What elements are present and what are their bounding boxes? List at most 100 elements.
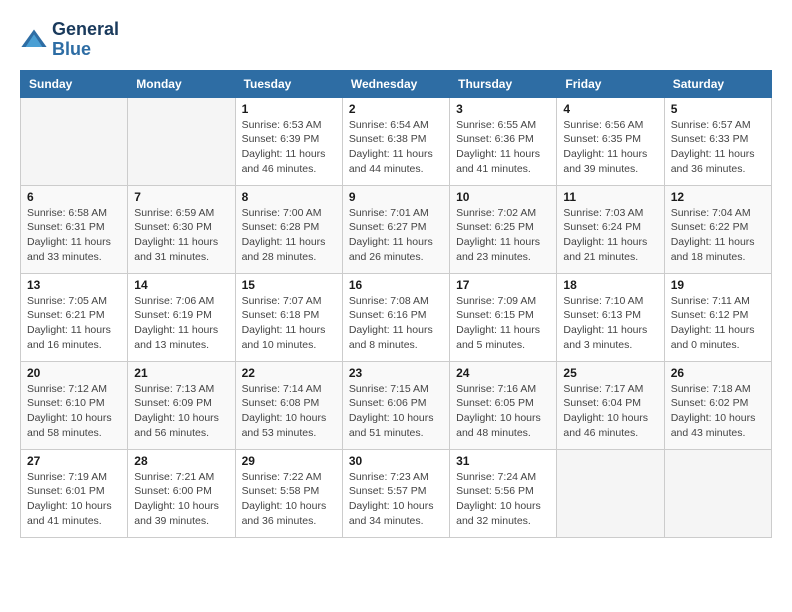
day-number: 4 (563, 102, 657, 116)
day-info: Sunrise: 7:00 AMSunset: 6:28 PMDaylight:… (242, 206, 336, 265)
day-number: 20 (27, 366, 121, 380)
day-cell: 1 Sunrise: 6:53 AMSunset: 6:39 PMDaylight… (235, 97, 342, 185)
day-cell: 21 Sunrise: 7:13 AMSunset: 6:09 PMDayligh… (128, 361, 235, 449)
day-info: Sunrise: 7:13 AMSunset: 6:09 PMDaylight:… (134, 382, 228, 441)
day-cell: 13 Sunrise: 7:05 AMSunset: 6:21 PMDayligh… (21, 273, 128, 361)
day-cell: 5Sunrise: 6:57 AMSunset: 6:33 PMDaylight… (664, 97, 771, 185)
day-number: 31 (456, 454, 550, 468)
day-number: 19 (671, 278, 765, 292)
day-cell: 2 Sunrise: 6:54 AMSunset: 6:38 PMDaylight… (342, 97, 449, 185)
day-cell: 8 Sunrise: 7:00 AMSunset: 6:28 PMDaylight… (235, 185, 342, 273)
day-number: 3 (456, 102, 550, 116)
day-cell: 30 Sunrise: 7:23 AMSunset: 5:57 PMDayligh… (342, 449, 449, 537)
day-number: 21 (134, 366, 228, 380)
day-number: 25 (563, 366, 657, 380)
day-info: Sunrise: 6:59 AMSunset: 6:30 PMDaylight:… (134, 206, 228, 265)
day-number: 13 (27, 278, 121, 292)
day-number: 23 (349, 366, 443, 380)
day-cell: 6 Sunrise: 6:58 AMSunset: 6:31 PMDaylight… (21, 185, 128, 273)
day-number: 22 (242, 366, 336, 380)
day-number: 17 (456, 278, 550, 292)
logo-text: General Blue (52, 20, 119, 60)
day-number: 18 (563, 278, 657, 292)
day-cell (128, 97, 235, 185)
day-info: Sunrise: 6:53 AMSunset: 6:39 PMDaylight:… (242, 118, 336, 177)
week-row-2: 6 Sunrise: 6:58 AMSunset: 6:31 PMDaylight… (21, 185, 772, 273)
day-cell (664, 449, 771, 537)
day-number: 1 (242, 102, 336, 116)
col-header-monday: Monday (128, 70, 235, 97)
day-number: 29 (242, 454, 336, 468)
day-info: Sunrise: 7:16 AMSunset: 6:05 PMDaylight:… (456, 382, 550, 441)
day-cell: 29Sunrise: 7:22 AMSunset: 5:58 PMDayligh… (235, 449, 342, 537)
header: General Blue (20, 20, 772, 60)
col-header-wednesday: Wednesday (342, 70, 449, 97)
day-number: 6 (27, 190, 121, 204)
day-info: Sunrise: 7:24 AMSunset: 5:56 PMDaylight:… (456, 470, 550, 529)
day-info: Sunrise: 7:08 AMSunset: 6:16 PMDaylight:… (349, 294, 443, 353)
day-cell: 10 Sunrise: 7:02 AMSunset: 6:25 PMDayligh… (450, 185, 557, 273)
day-cell: 26 Sunrise: 7:18 AMSunset: 6:02 PMDayligh… (664, 361, 771, 449)
day-cell: 28Sunrise: 7:21 AMSunset: 6:00 PMDayligh… (128, 449, 235, 537)
day-info: Sunrise: 6:55 AMSunset: 6:36 PMDaylight:… (456, 118, 550, 177)
day-cell: 25Sunrise: 7:17 AMSunset: 6:04 PMDayligh… (557, 361, 664, 449)
day-info: Sunrise: 6:56 AMSunset: 6:35 PMDaylight:… (563, 118, 657, 177)
col-header-tuesday: Tuesday (235, 70, 342, 97)
day-number: 5 (671, 102, 765, 116)
logo-icon (20, 26, 48, 54)
col-header-friday: Friday (557, 70, 664, 97)
day-info: Sunrise: 6:58 AMSunset: 6:31 PMDaylight:… (27, 206, 121, 265)
day-cell: 18 Sunrise: 7:10 AMSunset: 6:13 PMDayligh… (557, 273, 664, 361)
day-cell: 24Sunrise: 7:16 AMSunset: 6:05 PMDayligh… (450, 361, 557, 449)
day-info: Sunrise: 7:04 AMSunset: 6:22 PMDaylight:… (671, 206, 765, 265)
col-header-thursday: Thursday (450, 70, 557, 97)
day-number: 12 (671, 190, 765, 204)
day-number: 15 (242, 278, 336, 292)
day-info: Sunrise: 7:19 AMSunset: 6:01 PMDaylight:… (27, 470, 121, 529)
day-info: Sunrise: 7:12 AMSunset: 6:10 PMDaylight:… (27, 382, 121, 441)
day-cell: 9 Sunrise: 7:01 AMSunset: 6:27 PMDaylight… (342, 185, 449, 273)
day-cell: 3 Sunrise: 6:55 AMSunset: 6:36 PMDaylight… (450, 97, 557, 185)
day-cell: 31 Sunrise: 7:24 AMSunset: 5:56 PMDayligh… (450, 449, 557, 537)
day-info: Sunrise: 7:11 AMSunset: 6:12 PMDaylight:… (671, 294, 765, 353)
day-info: Sunrise: 7:02 AMSunset: 6:25 PMDaylight:… (456, 206, 550, 265)
day-cell: 23 Sunrise: 7:15 AMSunset: 6:06 PMDayligh… (342, 361, 449, 449)
day-cell: 4 Sunrise: 6:56 AMSunset: 6:35 PMDaylight… (557, 97, 664, 185)
day-info: Sunrise: 7:10 AMSunset: 6:13 PMDaylight:… (563, 294, 657, 353)
day-cell: 17Sunrise: 7:09 AMSunset: 6:15 PMDayligh… (450, 273, 557, 361)
day-info: Sunrise: 7:23 AMSunset: 5:57 PMDaylight:… (349, 470, 443, 529)
col-header-sunday: Sunday (21, 70, 128, 97)
day-cell: 14Sunrise: 7:06 AMSunset: 6:19 PMDayligh… (128, 273, 235, 361)
calendar-table: SundayMondayTuesdayWednesdayThursdayFrid… (20, 70, 772, 538)
week-row-1: 1 Sunrise: 6:53 AMSunset: 6:39 PMDaylight… (21, 97, 772, 185)
day-number: 26 (671, 366, 765, 380)
day-number: 2 (349, 102, 443, 116)
week-row-5: 27Sunrise: 7:19 AMSunset: 6:01 PMDayligh… (21, 449, 772, 537)
week-row-3: 13 Sunrise: 7:05 AMSunset: 6:21 PMDayligh… (21, 273, 772, 361)
day-number: 8 (242, 190, 336, 204)
day-cell: 11 Sunrise: 7:03 AMSunset: 6:24 PMDayligh… (557, 185, 664, 273)
day-info: Sunrise: 7:06 AMSunset: 6:19 PMDaylight:… (134, 294, 228, 353)
day-info: Sunrise: 7:18 AMSunset: 6:02 PMDaylight:… (671, 382, 765, 441)
header-row: SundayMondayTuesdayWednesdayThursdayFrid… (21, 70, 772, 97)
day-number: 11 (563, 190, 657, 204)
day-info: Sunrise: 7:21 AMSunset: 6:00 PMDaylight:… (134, 470, 228, 529)
logo: General Blue (20, 20, 119, 60)
day-cell: 16 Sunrise: 7:08 AMSunset: 6:16 PMDayligh… (342, 273, 449, 361)
day-info: Sunrise: 7:01 AMSunset: 6:27 PMDaylight:… (349, 206, 443, 265)
day-info: Sunrise: 7:15 AMSunset: 6:06 PMDaylight:… (349, 382, 443, 441)
day-number: 10 (456, 190, 550, 204)
day-number: 30 (349, 454, 443, 468)
day-number: 9 (349, 190, 443, 204)
day-cell: 7 Sunrise: 6:59 AMSunset: 6:30 PMDaylight… (128, 185, 235, 273)
day-number: 16 (349, 278, 443, 292)
day-cell: 27Sunrise: 7:19 AMSunset: 6:01 PMDayligh… (21, 449, 128, 537)
day-cell: 15Sunrise: 7:07 AMSunset: 6:18 PMDayligh… (235, 273, 342, 361)
day-info: Sunrise: 7:05 AMSunset: 6:21 PMDaylight:… (27, 294, 121, 353)
day-cell: 22Sunrise: 7:14 AMSunset: 6:08 PMDayligh… (235, 361, 342, 449)
day-info: Sunrise: 7:03 AMSunset: 6:24 PMDaylight:… (563, 206, 657, 265)
day-cell (21, 97, 128, 185)
day-number: 7 (134, 190, 228, 204)
day-cell: 20 Sunrise: 7:12 AMSunset: 6:10 PMDayligh… (21, 361, 128, 449)
day-info: Sunrise: 6:54 AMSunset: 6:38 PMDaylight:… (349, 118, 443, 177)
